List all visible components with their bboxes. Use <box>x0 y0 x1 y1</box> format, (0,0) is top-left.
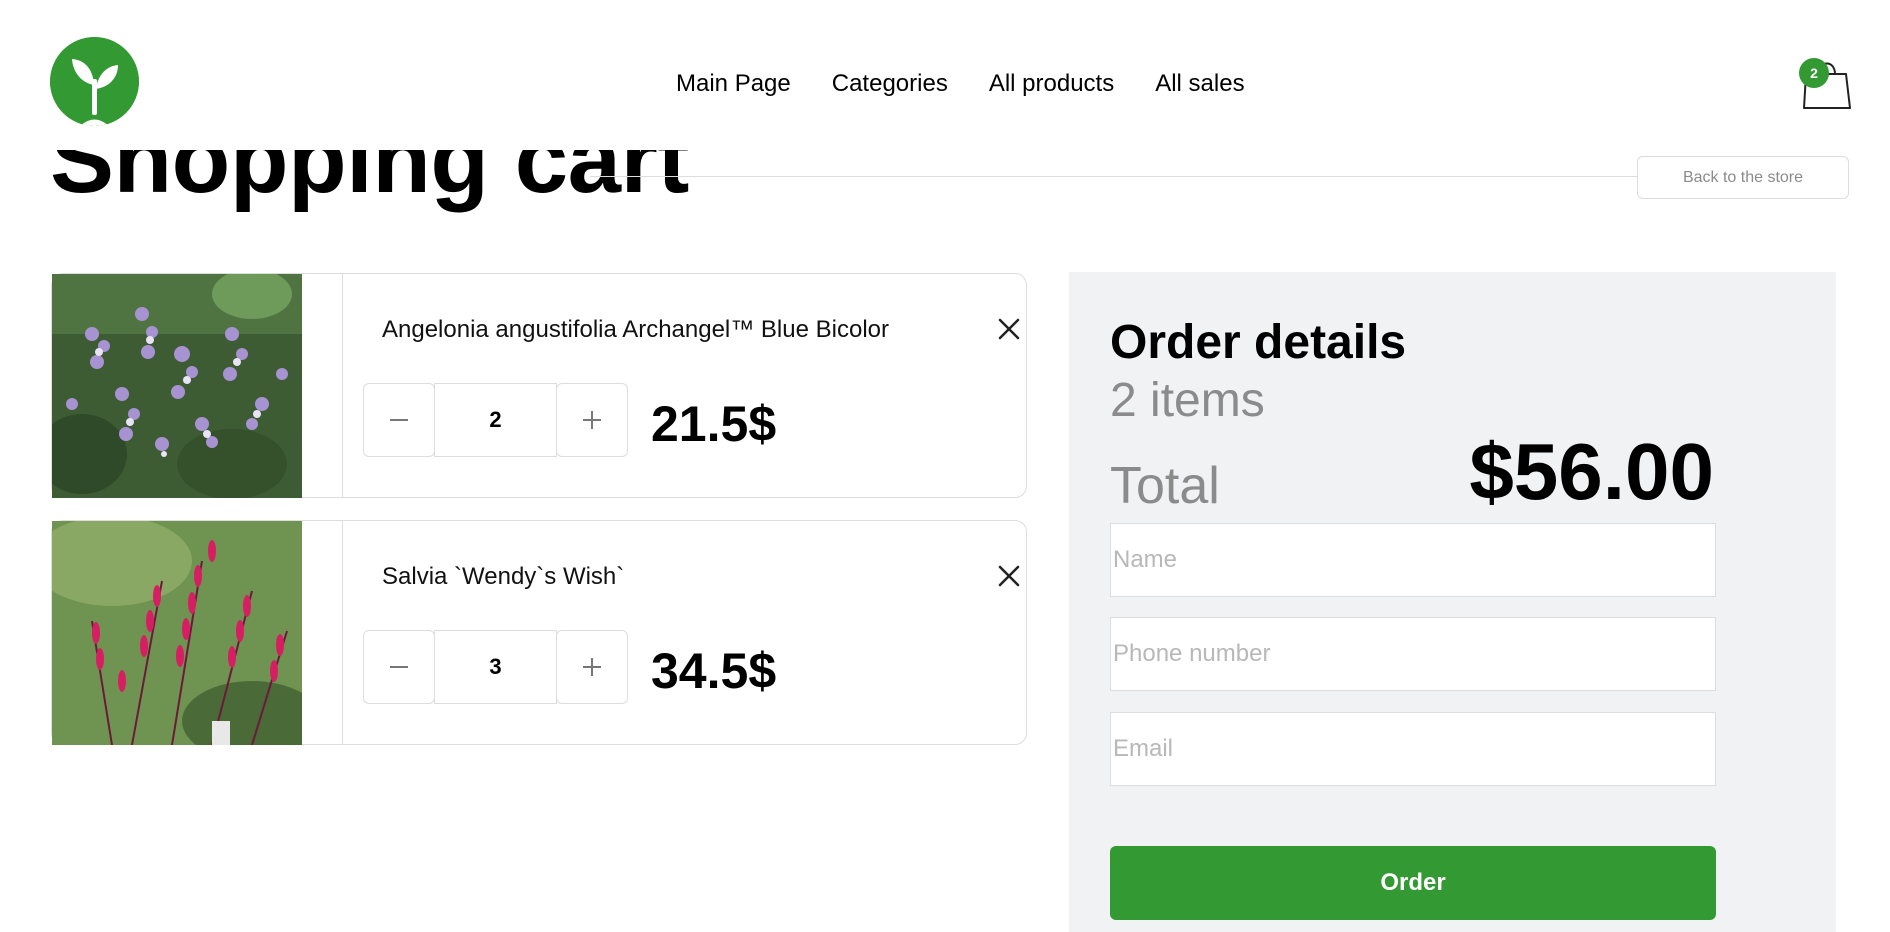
close-icon[interactable] <box>996 563 1022 589</box>
plus-icon <box>583 411 601 429</box>
main-nav: Main Page Categories All products All sa… <box>676 70 1245 98</box>
total-label: Total <box>1110 457 1220 515</box>
increase-quantity-button[interactable] <box>556 630 628 704</box>
nav-main-page[interactable]: Main Page <box>676 70 791 98</box>
order-details-panel: Order details 2 items Total $56.00 Order <box>1069 272 1836 932</box>
quantity-value[interactable]: 3 <box>434 630 557 704</box>
cart-item: Angelonia angustifolia Archangel™ Blue B… <box>51 273 1027 498</box>
cart-items-list: Angelonia angustifolia Archangel™ Blue B… <box>51 273 1027 767</box>
item-divider <box>342 274 343 497</box>
item-price: 34.5$ <box>651 643 777 699</box>
name-field[interactable] <box>1110 523 1716 597</box>
sprout-logo-icon[interactable] <box>50 37 139 126</box>
minus-icon <box>390 419 408 421</box>
item-name: Angelonia angustifolia Archangel™ Blue B… <box>382 316 889 343</box>
plus-icon <box>583 658 601 676</box>
item-divider <box>342 521 343 744</box>
back-to-store-button[interactable]: Back to the store <box>1637 156 1849 199</box>
order-button[interactable]: Order <box>1110 846 1716 920</box>
nav-categories[interactable]: Categories <box>832 70 948 98</box>
title-divider <box>590 176 1637 177</box>
email-field[interactable] <box>1110 712 1716 786</box>
cart-item: Salvia `Wendy`s Wish` 3 34.5$ <box>51 520 1027 745</box>
total-value: $56.00 <box>1469 427 1714 516</box>
order-title: Order details <box>1110 316 1407 369</box>
quantity-stepper: 3 <box>363 630 628 704</box>
order-items-count: 2 items <box>1110 374 1265 427</box>
salvia-flowers-photo <box>52 521 302 745</box>
quantity-stepper: 2 <box>363 383 628 457</box>
phone-field[interactable] <box>1110 617 1716 691</box>
decrease-quantity-button[interactable] <box>363 383 435 457</box>
cart-count-badge: 2 <box>1799 58 1829 88</box>
site-header: Main Page Categories All products All sa… <box>0 0 1890 150</box>
cart-button[interactable]: 2 <box>1795 52 1851 110</box>
decrease-quantity-button[interactable] <box>363 630 435 704</box>
nav-all-products[interactable]: All products <box>989 70 1114 98</box>
angelonia-flowers-photo <box>52 274 302 498</box>
item-price: 21.5$ <box>651 396 777 452</box>
quantity-value[interactable]: 2 <box>434 383 557 457</box>
close-icon[interactable] <box>996 316 1022 342</box>
item-name: Salvia `Wendy`s Wish` <box>382 563 625 590</box>
minus-icon <box>390 666 408 668</box>
increase-quantity-button[interactable] <box>556 383 628 457</box>
nav-all-sales[interactable]: All sales <box>1155 70 1244 98</box>
